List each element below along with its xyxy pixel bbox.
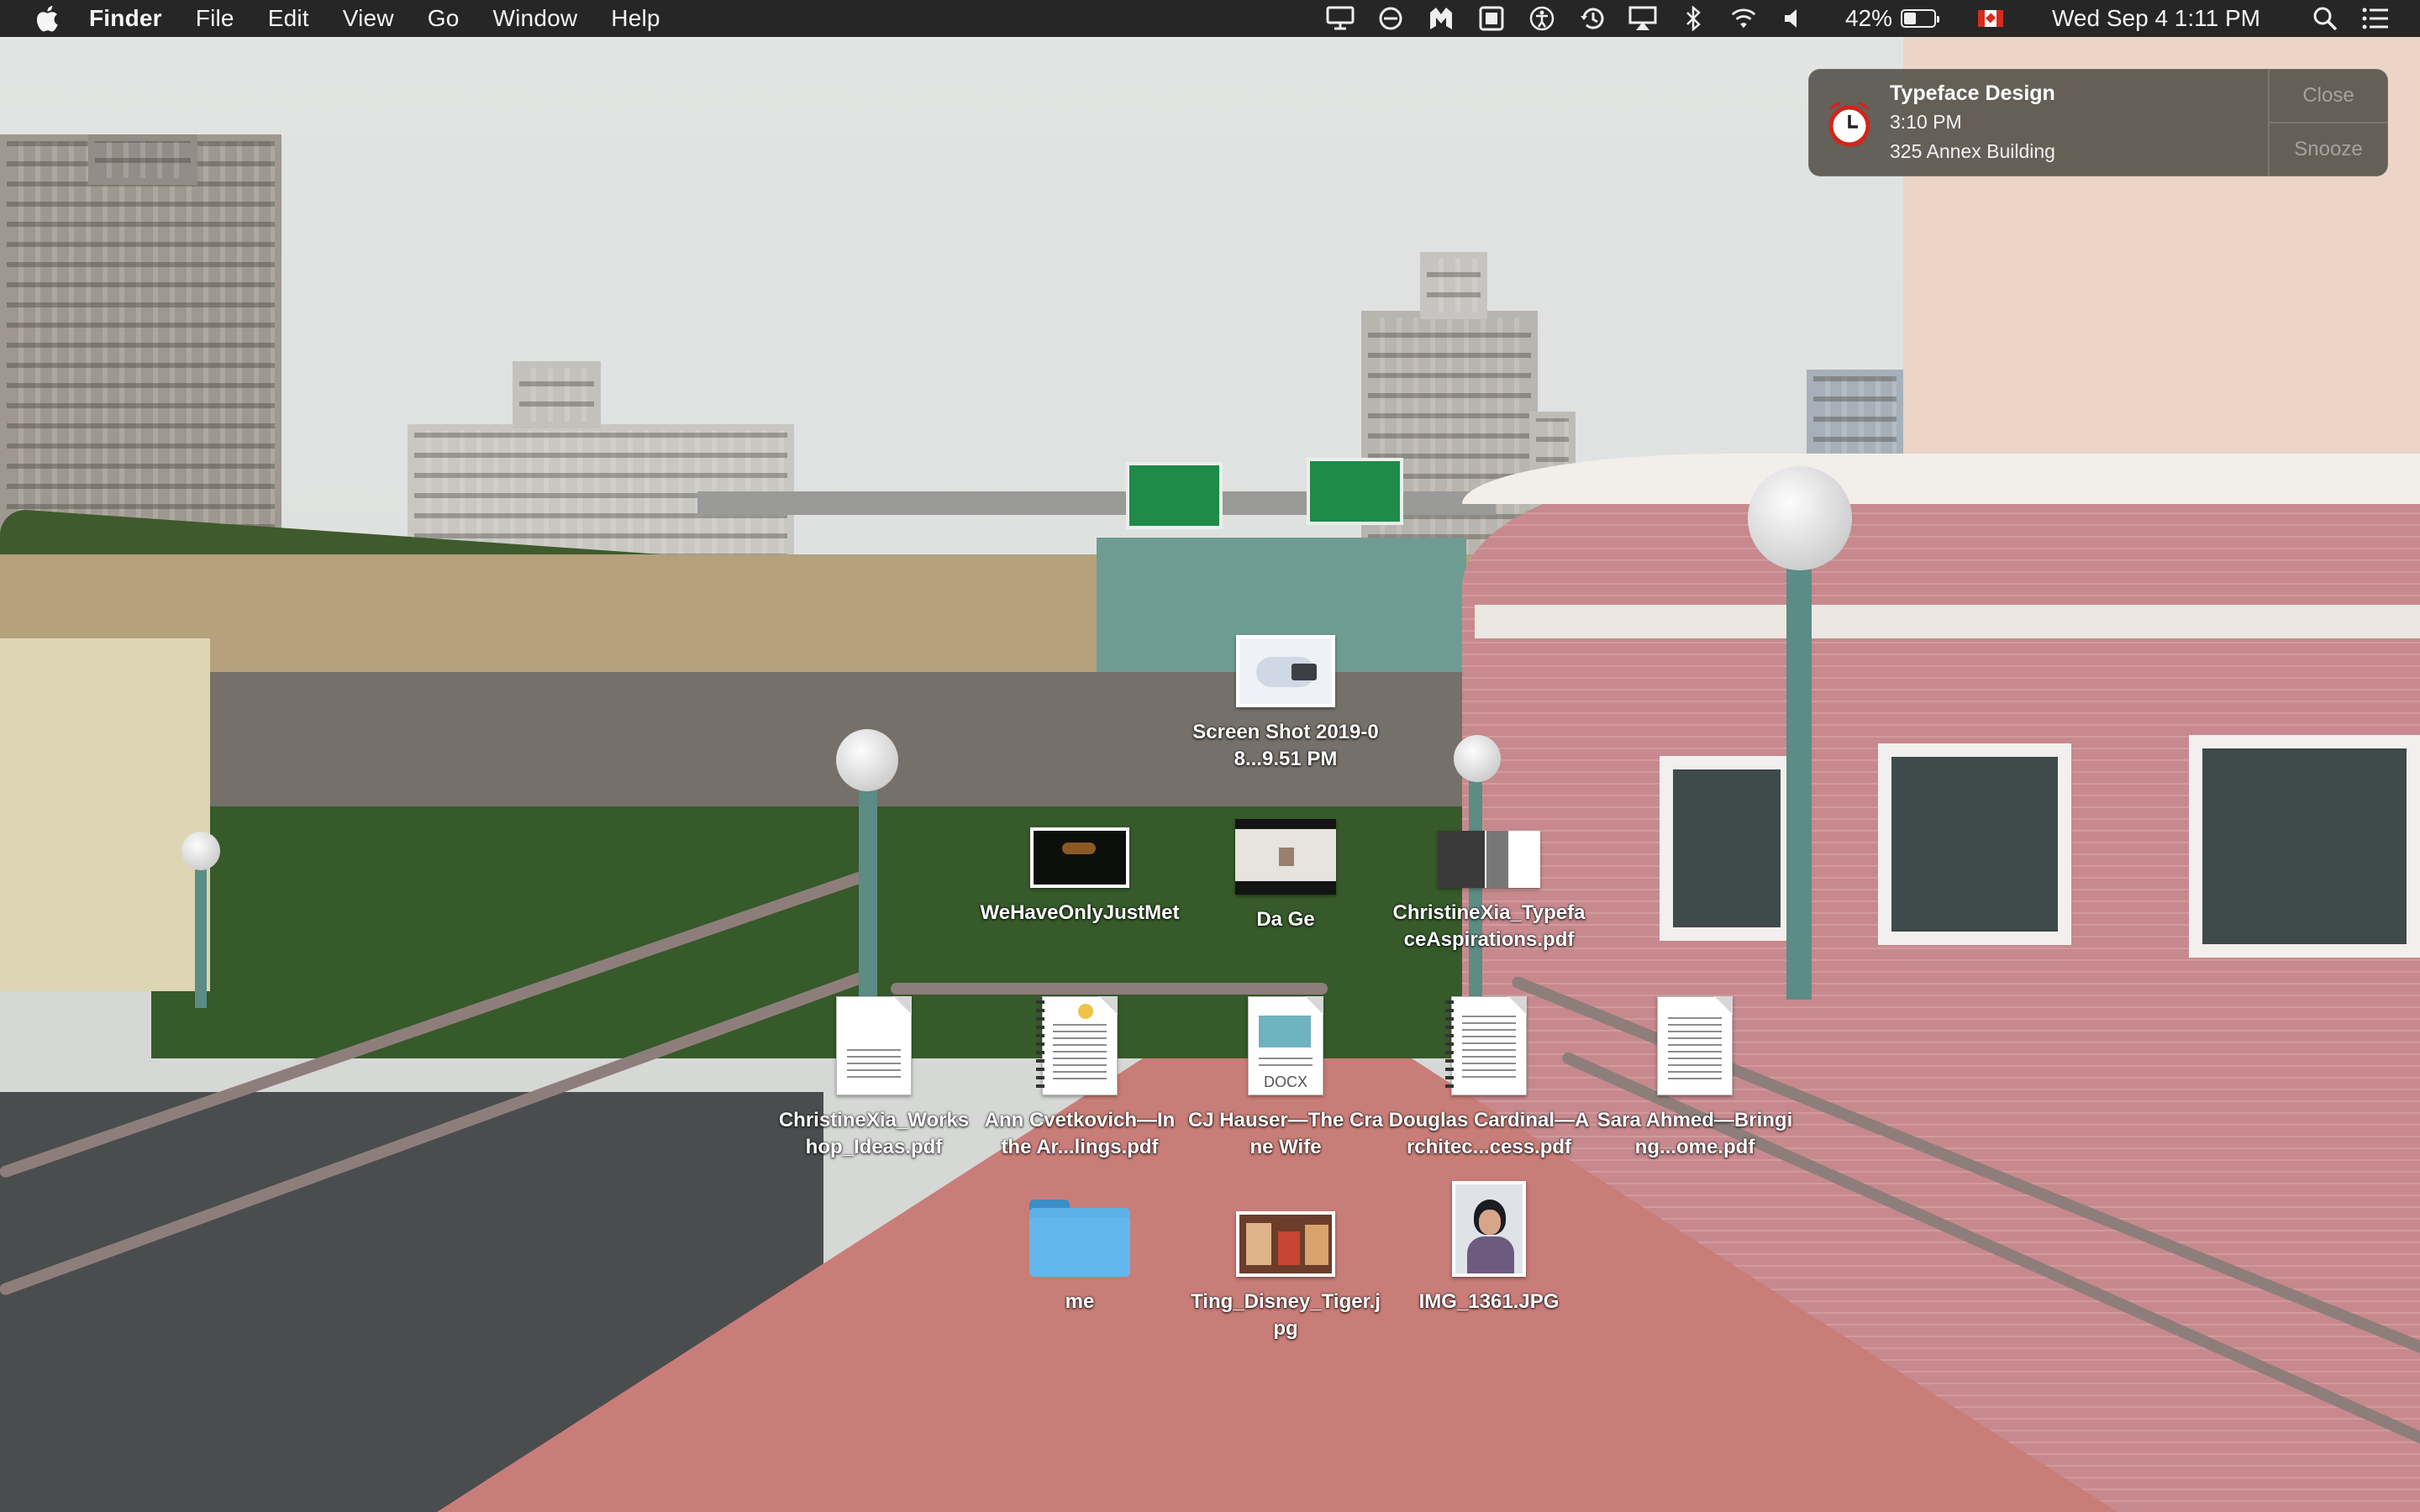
desktop-item-label: me	[1065, 1290, 1095, 1313]
menu-bar: Finder File Edit View Go Window Help 42%…	[0, 0, 2420, 37]
desktop-item-disney-tiger[interactable]: Ting_Disney_Tiger.jpg	[1185, 1193, 1386, 1342]
desktop-item-label: ChristineXia_Workshop_Ideas.pdf	[778, 1109, 970, 1158]
desktop-item-label: Ting_Disney_Tiger.jpg	[1191, 1290, 1381, 1340]
desktop-item-label: Sara Ahmed—Bringing...ome.pdf	[1597, 1109, 1793, 1158]
menu-help[interactable]: Help	[611, 5, 660, 32]
menu-view[interactable]: View	[343, 5, 394, 32]
desktop-item-label: Screen Shot 2019-08...9.51 PM	[1192, 721, 1379, 770]
volume-icon[interactable]	[1780, 4, 1808, 33]
pdf-icon	[836, 996, 912, 1095]
desktop-item-crane-wife[interactable]: DOCX CJ Hauser—The Crane Wife	[1185, 996, 1386, 1161]
pdf-icon	[1445, 996, 1527, 1095]
desktop-item-video[interactable]: WeHaveOnlyJustMet	[979, 827, 1181, 927]
calendar-notification[interactable]: Typeface Design 3:10 PM 325 Annex Buildi…	[1808, 69, 2388, 176]
wifi-icon[interactable]	[1729, 4, 1758, 33]
sync-icon[interactable]	[1376, 4, 1405, 33]
screenshot-thumbnail	[1236, 632, 1335, 707]
notification-time: 3:10 PM	[1890, 111, 1962, 133]
image-thumbnail	[1236, 1193, 1335, 1277]
desktop-item-label: Ann Cvetkovich—In the Ar...lings.pdf	[984, 1109, 1176, 1158]
desktop-item-sara-ahmed[interactable]: Sara Ahmed—Bringing...ome.pdf	[1594, 996, 1796, 1161]
desktop-item-da-ge[interactable]: Da Ge	[1185, 819, 1386, 933]
image-thumbnail	[1235, 819, 1336, 895]
notification-actions: Close Snooze	[2268, 70, 2387, 176]
desktop-item-label: WeHaveOnlyJustMet	[980, 901, 1180, 924]
desktop-item-label: CJ Hauser—The Crane Wife	[1187, 1109, 1384, 1158]
pdf-icon	[1438, 827, 1540, 888]
desktop-item-folder-me[interactable]: me	[979, 1193, 1181, 1315]
pdf-icon	[1657, 996, 1733, 1095]
menu-window[interactable]: Window	[493, 5, 578, 32]
battery-percent[interactable]: 42%	[1845, 5, 1892, 32]
desktop-item-label: IMG_1361.JPG	[1418, 1290, 1560, 1313]
time-machine-icon[interactable]	[1578, 4, 1607, 33]
canada-flag-icon[interactable]	[1978, 10, 2003, 27]
desktop-item-label: ChristineXia_TypefaceAspirations.pdf	[1392, 901, 1586, 951]
desktop-item-douglas-cardinal[interactable]: Douglas Cardinal—Architec...cess.pdf	[1388, 996, 1590, 1161]
display-icon[interactable]	[1326, 4, 1355, 33]
notification-location: 325 Annex Building	[1890, 140, 2055, 162]
snooze-button[interactable]: Snooze	[2270, 122, 2387, 176]
desktop-item-typeface-aspirations[interactable]: ChristineXia_TypefaceAspirations.pdf	[1388, 827, 1590, 953]
desktop-item-img-1361[interactable]: IMG_1361.JPG	[1388, 1181, 1590, 1315]
video-thumbnail	[1030, 827, 1129, 888]
airplay-icon[interactable]	[1628, 4, 1657, 33]
battery-icon[interactable]	[1901, 9, 1939, 28]
bluetooth-icon[interactable]	[1679, 4, 1707, 33]
notification-content: Typeface Design 3:10 PM 325 Annex Buildi…	[1890, 70, 2268, 176]
notification-title: Typeface Design	[1890, 81, 2055, 105]
malwarebytes-icon[interactable]	[1427, 4, 1455, 33]
menu-file[interactable]: File	[196, 5, 234, 32]
menu-go[interactable]: Go	[428, 5, 460, 32]
menu-edit[interactable]: Edit	[268, 5, 309, 32]
desktop-item-label: Da Ge	[1256, 908, 1315, 931]
apple-menu-icon[interactable]	[34, 4, 59, 33]
accessibility-icon[interactable]	[1528, 4, 1556, 33]
alarm-clock-icon	[1809, 70, 1890, 176]
docx-tag: DOCX	[1263, 1074, 1307, 1090]
desktop-item-label: Douglas Cardinal—Architec...cess.pdf	[1388, 1109, 1590, 1158]
notification-center-icon[interactable]	[2361, 4, 2390, 33]
image-thumbnail	[1452, 1181, 1526, 1277]
screen-recorder-icon[interactable]	[1477, 4, 1506, 33]
close-button[interactable]: Close	[2270, 70, 2387, 122]
menubar-clock[interactable]: Wed Sep 4 1:11 PM	[2052, 5, 2260, 32]
docx-icon: DOCX	[1248, 996, 1323, 1095]
desktop-item-workshop-ideas[interactable]: ChristineXia_Workshop_Ideas.pdf	[773, 996, 975, 1161]
spotlight-search-icon[interactable]	[2311, 4, 2339, 33]
desktop-item-ann-cvetkovich[interactable]: Ann Cvetkovich—In the Ar...lings.pdf	[979, 996, 1181, 1161]
app-menu-finder[interactable]: Finder	[89, 5, 162, 32]
desktop-item-screenshot[interactable]: Screen Shot 2019-08...9.51 PM	[1185, 632, 1386, 773]
pdf-icon	[1036, 996, 1118, 1095]
folder-icon	[1029, 1193, 1130, 1277]
